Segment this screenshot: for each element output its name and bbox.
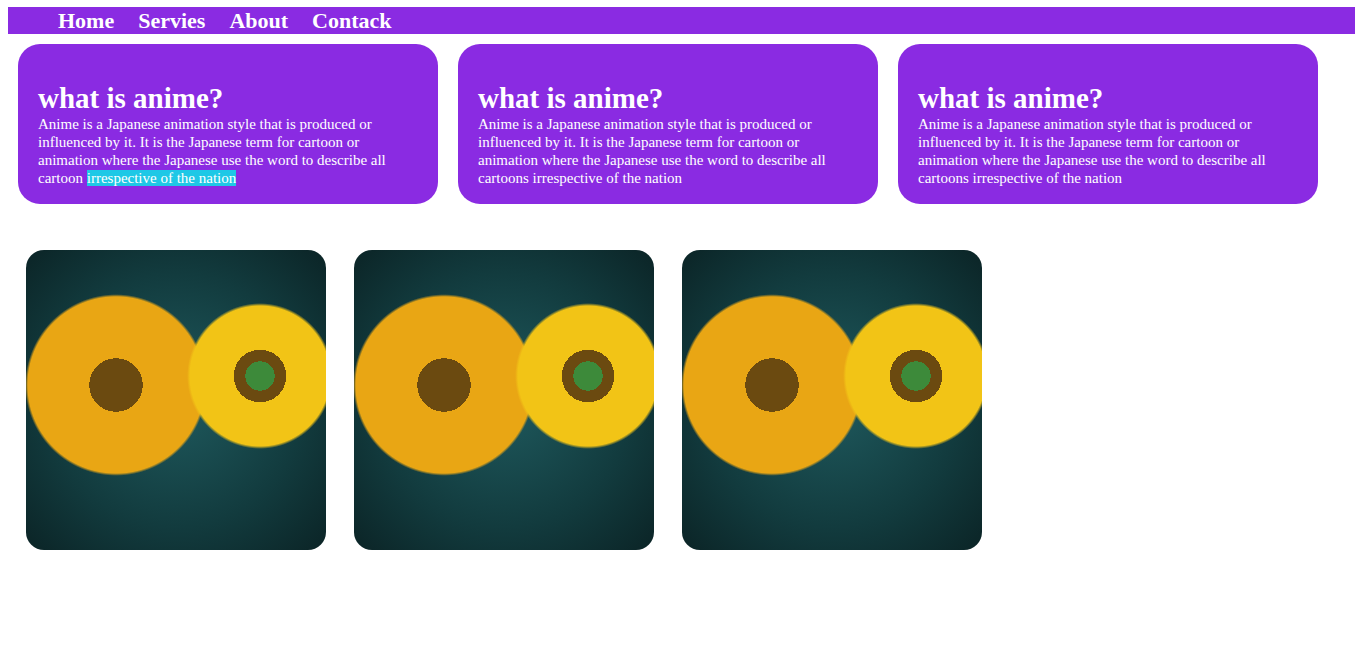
nav-bar: Home Servies About Contack	[8, 7, 1355, 34]
photo-row	[26, 250, 1355, 550]
nav-link[interactable]: Home	[58, 7, 114, 34]
card-title: what is anime?	[478, 82, 858, 115]
flower-photo	[26, 250, 326, 550]
flower-photo	[354, 250, 654, 550]
card-title: what is anime?	[918, 82, 1298, 115]
flower-photo	[682, 250, 982, 550]
info-card: what is anime?Anime is a Japanese animat…	[898, 44, 1318, 204]
nav-link[interactable]: Servies	[138, 7, 205, 34]
card-title: what is anime?	[38, 82, 418, 115]
card-text: Anime is a Japanese animation style that…	[918, 115, 1298, 187]
card-row: what is anime?Anime is a Japanese animat…	[18, 44, 1355, 204]
nav-link[interactable]: Contack	[312, 7, 391, 34]
card-text: Anime is a Japanese animation style that…	[38, 115, 418, 187]
text-segment: Anime is a Japanese animation style that…	[478, 116, 826, 186]
nav-link[interactable]: About	[229, 7, 288, 34]
info-card: what is anime?Anime is a Japanese animat…	[18, 44, 438, 204]
info-card: what is anime?Anime is a Japanese animat…	[458, 44, 878, 204]
card-text: Anime is a Japanese animation style that…	[478, 115, 858, 187]
selected-text: irrespective of the nation	[87, 170, 237, 186]
text-segment: Anime is a Japanese animation style that…	[918, 116, 1266, 186]
